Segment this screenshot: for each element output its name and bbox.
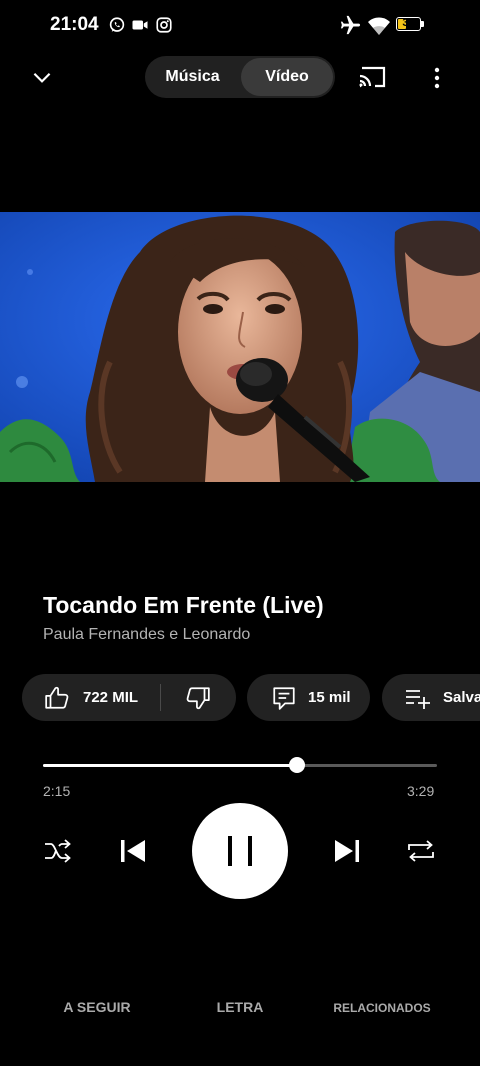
video-camera-icon [132,20,148,30]
pause-icon [228,836,252,866]
previous-track-icon[interactable] [118,836,148,866]
save-button[interactable]: Salvar [382,674,480,721]
tab-musica[interactable]: Música [145,56,240,98]
cast-icon[interactable] [358,64,388,90]
shuffle-icon[interactable] [43,837,73,865]
playlist-add-icon [406,690,430,709]
save-label: Salvar [443,689,480,706]
thumbs-down-icon[interactable] [185,685,211,711]
comment-icon [273,687,295,710]
comments-count: 15 mil [308,689,351,706]
total-time: 3:29 [407,783,435,799]
video-frame [0,212,480,482]
more-vert-icon[interactable] [429,66,445,90]
progress-fill [43,764,298,767]
battery-level: 39 [402,17,415,29]
instagram-icon [156,17,172,33]
repeat-icon[interactable] [405,836,437,866]
next-track-icon[interactable] [332,836,362,866]
progress-thumb[interactable] [289,757,306,773]
tab-video[interactable]: Vídeo [241,58,333,96]
like-count[interactable]: 722 MIL [83,674,138,721]
video-player[interactable] [0,212,480,482]
music-video-toggle: Música Vídeo [145,56,335,98]
chevron-down-icon[interactable] [29,64,55,90]
thumbs-up-icon[interactable] [44,685,70,711]
comments-button[interactable]: 15 mil [247,674,370,721]
song-artist[interactable]: Paula Fernandes e Leonardo [43,626,250,644]
tab-relacionados[interactable]: RELACIONADOS [326,1001,438,1015]
like-dislike-pill: 722 MIL [22,674,236,721]
current-time: 2:15 [43,783,71,799]
pill-divider [160,684,161,711]
progress-bar[interactable] [43,757,437,773]
status-time: 21:04 [50,14,99,35]
pause-button[interactable] [192,803,288,899]
tab-a-seguir[interactable]: A SEGUIR [48,999,146,1015]
tab-letra[interactable]: LETRA [195,999,285,1015]
song-title: Tocando Em Frente (Live) [43,592,324,618]
whatsapp-icon [109,17,125,32]
battery-tip [421,21,424,27]
wifi-icon [368,17,390,35]
airplane-mode-icon [340,15,361,35]
battery-icon: 39 [396,17,421,31]
